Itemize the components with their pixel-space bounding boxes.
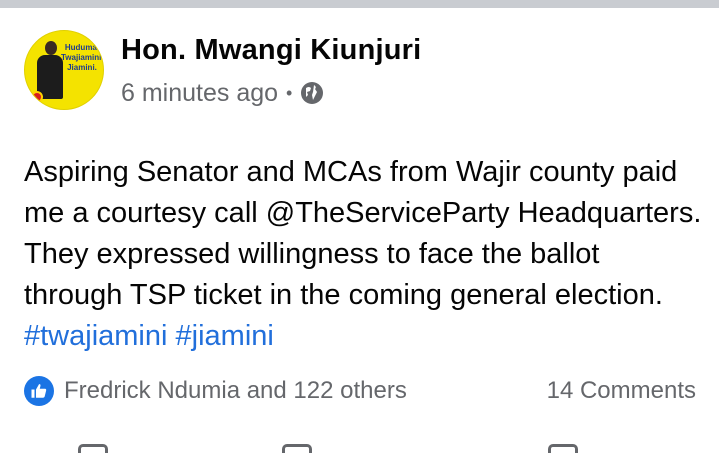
avatar-person-head bbox=[45, 41, 57, 55]
action-bar bbox=[0, 440, 719, 453]
party-logo-badge bbox=[31, 91, 43, 103]
like-icon bbox=[24, 376, 54, 406]
post-text: Aspiring Senator and MCAs from Wajir cou… bbox=[24, 156, 702, 311]
comment-button-icon[interactable] bbox=[282, 444, 312, 453]
author-name[interactable]: Hon. Mwangi Kiunjuri bbox=[121, 34, 421, 67]
post-meta: 6 minutes ago • bbox=[121, 78, 324, 108]
top-divider bbox=[0, 0, 719, 8]
hashtag-link[interactable]: #jiamini bbox=[176, 320, 274, 352]
hashtag-link[interactable]: #twajiamini bbox=[24, 320, 167, 352]
post-timestamp[interactable]: 6 minutes ago bbox=[121, 79, 278, 108]
post-header: Huduma. Twajiamini. Jiamini. Hon. Mwangi… bbox=[24, 30, 704, 120]
post-body: Aspiring Senator and MCAs from Wajir cou… bbox=[24, 152, 704, 357]
share-button-icon[interactable] bbox=[548, 444, 578, 453]
comments-count[interactable]: 14 Comments bbox=[547, 377, 696, 405]
avatar-slogan-line: Jiamini. bbox=[67, 63, 97, 72]
globe-icon[interactable] bbox=[300, 81, 324, 105]
like-button-icon[interactable] bbox=[78, 444, 108, 453]
avatar[interactable]: Huduma. Twajiamini. Jiamini. bbox=[24, 30, 104, 110]
reactions[interactable]: Fredrick Ndumia and 122 others bbox=[24, 376, 407, 406]
reaction-summary: Fredrick Ndumia and 122 others 14 Commen… bbox=[24, 372, 696, 410]
meta-separator: • bbox=[286, 82, 293, 103]
avatar-slogan-line: Huduma. bbox=[64, 43, 100, 52]
reactions-label[interactable]: Fredrick Ndumia and 122 others bbox=[64, 377, 407, 405]
avatar-slogan-line: Twajiamini. bbox=[61, 53, 104, 62]
avatar-slogan: Huduma. Twajiamini. Jiamini. bbox=[61, 43, 103, 73]
